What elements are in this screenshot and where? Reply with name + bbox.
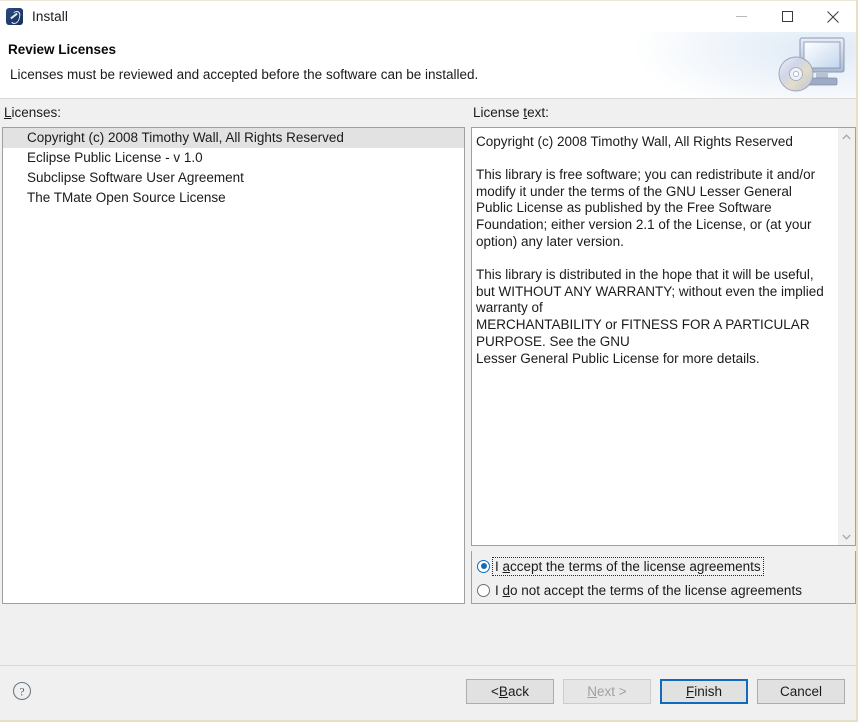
chevron-down-icon[interactable] <box>838 528 855 545</box>
license-text-content: Copyright (c) 2008 Timothy Wall, All Rig… <box>472 128 837 545</box>
license-text-scrollbar[interactable] <box>837 128 855 545</box>
license-text-area[interactable]: Copyright (c) 2008 Timothy Wall, All Rig… <box>471 127 856 546</box>
wizard-button-row: < Back Next > Finish Cancel <box>466 679 845 704</box>
window-controls <box>718 1 856 32</box>
wizard-footer: ? < Back Next > Finish Cancel <box>0 665 856 720</box>
accept-radio-label[interactable]: I accept the terms of the license agreem… <box>492 556 764 576</box>
license-text-label: License text: <box>473 105 549 120</box>
install-wizard-window: Install Review Licenses Licenses must be… <box>0 0 858 722</box>
svg-text:?: ? <box>19 686 24 698</box>
list-item[interactable]: Copyright (c) 2008 Timothy Wall, All Rig… <box>3 128 464 148</box>
wizard-header: Review Licenses Licenses must be reviewe… <box>0 32 856 99</box>
wizard-body: Licenses: Copyright (c) 2008 Timothy Wal… <box>0 99 856 665</box>
monitor-with-disc-icon <box>774 36 848 94</box>
eclipse-installer-icon <box>6 8 23 25</box>
list-item[interactable]: Eclipse Public License - v 1.0 <box>3 148 464 168</box>
back-button[interactable]: < Back <box>466 679 554 704</box>
window-title: Install <box>32 9 68 24</box>
list-item[interactable]: Subclipse Software User Agreement <box>3 168 464 188</box>
chevron-up-icon[interactable] <box>838 128 855 145</box>
decline-radio-button[interactable] <box>477 583 490 597</box>
license-paragraph: Copyright (c) 2008 Timothy Wall, All Rig… <box>476 134 793 149</box>
maximize-icon[interactable] <box>764 1 810 32</box>
finish-button[interactable]: Finish <box>660 679 748 704</box>
license-paragraph: This library is free software; you can r… <box>476 166 816 249</box>
help-icon[interactable]: ? <box>12 681 32 701</box>
list-item[interactable]: The TMate Open Source License <box>3 188 464 208</box>
title-bar: Install <box>0 1 856 32</box>
minimize-icon[interactable] <box>718 1 764 32</box>
decline-radio-row[interactable]: I do not accept the terms of the license… <box>477 580 804 600</box>
accept-radio-row[interactable]: I accept the terms of the license agreem… <box>477 556 764 576</box>
page-title: Review Licenses <box>8 42 117 57</box>
page-subtitle: Licenses must be reviewed and accepted b… <box>10 67 479 82</box>
decline-radio-label[interactable]: I do not accept the terms of the license… <box>493 582 804 599</box>
licenses-label: Licenses: <box>4 105 62 120</box>
license-paragraph: This library is distributed in the hope … <box>476 266 824 366</box>
licenses-list[interactable]: Copyright (c) 2008 Timothy Wall, All Rig… <box>2 127 465 604</box>
license-acceptance-group: I accept the terms of the license agreem… <box>471 551 856 604</box>
accept-radio-button[interactable] <box>477 559 490 573</box>
cancel-button[interactable]: Cancel <box>757 679 845 704</box>
close-icon[interactable] <box>810 1 856 32</box>
next-button: Next > <box>563 679 651 704</box>
